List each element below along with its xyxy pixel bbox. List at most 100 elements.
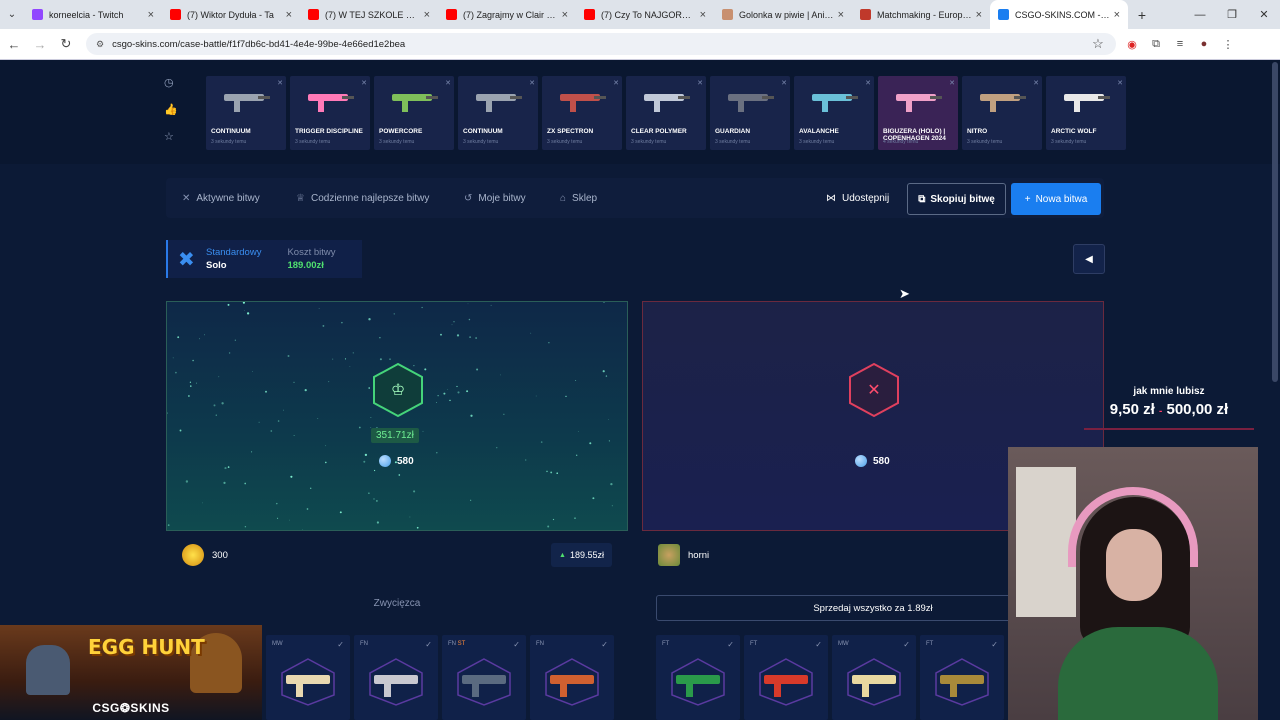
reload-icon[interactable]: ↻ — [54, 36, 78, 52]
drop-card[interactable]: ✕ POWERCORE 3 sekundy temu — [374, 76, 454, 150]
copy-battle-button[interactable]: ⧉ Skopiuj bitwę — [907, 183, 1006, 215]
loot-item[interactable]: FN ST ✓ — [442, 635, 526, 720]
browser-tab[interactable]: Matchmaking - Europe Se × — [852, 0, 990, 29]
loot-item[interactable]: FT ✓ — [656, 635, 740, 720]
loot-item[interactable]: FN ✓ — [354, 635, 438, 720]
clock-icon[interactable]: ◷ — [164, 76, 182, 89]
share-button[interactable]: ⋈ Udostępnij — [826, 178, 889, 218]
browser-tab[interactable]: (7) Wiktor Dyduła - Ta × — [162, 0, 300, 29]
star-icon[interactable]: ☆ — [164, 130, 182, 143]
drop-card[interactable]: ✕ CONTINUUM 3 sekundy temu — [206, 76, 286, 150]
avatar[interactable] — [182, 544, 204, 566]
minimize-icon[interactable]: — — [1184, 0, 1216, 29]
player-name[interactable]: 300 — [212, 550, 228, 561]
restore-icon[interactable]: ❐ — [1216, 0, 1248, 29]
media-icon[interactable]: ≡ — [1168, 38, 1192, 50]
nav-active-battles[interactable]: ✕ Aktywne bitwy — [182, 178, 260, 218]
loot-item[interactable]: FT ✓ — [744, 635, 828, 720]
check-icon[interactable]: ✓ — [991, 640, 998, 649]
browser-tab[interactable]: CSGO-SKINS.COM - Najle× — [990, 0, 1128, 29]
puzzle-icon[interactable]: ⧉ — [1144, 38, 1168, 51]
url-input[interactable]: ⚙ csgo-skins.com/case-battle/f1f7db6c-bd… — [86, 33, 1116, 55]
forward-icon[interactable]: → — [28, 37, 52, 52]
tab-search-button[interactable]: ⌄ — [0, 0, 24, 29]
pin-icon: ✕ — [1117, 80, 1123, 87]
pin-icon: ✕ — [277, 80, 283, 87]
drop-card[interactable]: ✕ NITRO 3 sekundy temu — [962, 76, 1042, 150]
browser-tabbar: ⌄ korneelcia - Twitch × (7) Wiktor Dyduła … — [0, 0, 1280, 29]
close-tab-icon[interactable]: × — [838, 9, 844, 21]
swords-icon: ✕ — [182, 192, 191, 204]
browser-tab[interactable]: (7) Czy To NAJGORSZA M× — [576, 0, 714, 29]
bookmark-star-icon[interactable]: ☆ — [1086, 36, 1110, 52]
browser-tab[interactable]: korneelcia - Twitch × — [24, 0, 162, 29]
close-tab-icon[interactable]: × — [286, 9, 292, 21]
weapon-image — [980, 94, 1026, 112]
mouse-cursor-icon: ➤ — [899, 286, 910, 301]
cost-label: Koszt bitwy — [287, 247, 336, 258]
close-tab-icon[interactable]: × — [148, 9, 154, 21]
winner-label: Zwycięzca — [373, 598, 421, 609]
check-icon[interactable]: ✓ — [337, 640, 344, 649]
drop-card[interactable]: ✕ CONTINUUM 3 sekundy temu — [458, 76, 538, 150]
player-name[interactable]: horni — [688, 550, 709, 561]
lose-hex-icon: ✕ — [848, 362, 900, 418]
avatar[interactable] — [658, 544, 680, 566]
pin-icon: ✕ — [613, 80, 619, 87]
nav-my-battles[interactable]: ↺ Moje bitwy — [464, 178, 526, 218]
loot-item[interactable]: FN ✓ — [530, 635, 614, 720]
back-icon[interactable]: ← — [2, 37, 26, 52]
player-total-value: ▲ 189.55zł — [551, 543, 612, 567]
weapon-image — [896, 94, 942, 112]
stream-poll: jak mnie lubisz 9,50 zł - 500,00 zł — [1064, 386, 1274, 430]
drop-card[interactable]: ✕ CLEAR POLYMER 3 sekundy temu — [626, 76, 706, 150]
loot-item[interactable]: FT ✓ — [920, 635, 1004, 720]
nav-shop[interactable]: ⌂ Sklep — [560, 178, 597, 218]
weapon-image — [457, 658, 511, 706]
menu-icon[interactable]: ⋮ — [1216, 38, 1240, 51]
drop-card[interactable]: ✕ ARCTIC WOLF 3 sekundy temu — [1046, 76, 1126, 150]
new-battle-button[interactable]: + Nowa bitwa — [1011, 183, 1101, 215]
weapon-image — [759, 658, 813, 706]
browser-tab[interactable]: (7) Zagrajmy w Clair Obsc × — [438, 0, 576, 29]
favicon-icon — [32, 9, 43, 20]
drop-card[interactable]: ✕ TRIGGER DISCIPLINE 3 sekundy temu — [290, 76, 370, 150]
profile-avatar[interactable]: ● — [1192, 38, 1216, 50]
site-info-icon[interactable]: ⚙ — [96, 39, 104, 50]
close-tab-icon[interactable]: × — [976, 9, 982, 21]
gem-count: 580 — [855, 455, 890, 467]
browser-tab[interactable]: (7) W TEJ SZKOLE MÓWIĄ× — [300, 0, 438, 29]
address-bar: ← → ↻ ⚙ csgo-skins.com/case-battle/f1f7d… — [0, 29, 1280, 60]
favicon-icon — [998, 9, 1009, 20]
check-icon[interactable]: ✓ — [815, 640, 822, 649]
extension-icon[interactable]: ◉ — [1120, 38, 1144, 51]
close-tab-icon[interactable]: × — [562, 9, 568, 21]
nav-daily-best[interactable]: ♕ Codzienne najlepsze bitwy — [296, 178, 429, 218]
drop-card[interactable]: ✕ ZX SPECTRON 3 sekundy temu — [542, 76, 622, 150]
weapon-image — [224, 94, 270, 112]
webcam-feed — [1008, 447, 1258, 720]
weapon-image — [1064, 94, 1110, 112]
browser-tab[interactable]: Golonka w piwie | AniaGo × — [714, 0, 852, 29]
check-icon[interactable]: ✓ — [601, 640, 608, 649]
loot-item[interactable]: MW ✓ — [832, 635, 916, 720]
loot-item[interactable]: MW ✓ — [266, 635, 350, 720]
drop-card[interactable]: ✕ AVALANCHE 3 sekundy temu — [794, 76, 874, 150]
check-icon[interactable]: ✓ — [903, 640, 910, 649]
battle-mode-info: ✖ Standardowy Solo Koszt bitwy 189.00zł — [166, 240, 362, 278]
close-tab-icon[interactable]: × — [424, 9, 430, 21]
check-icon[interactable]: ✓ — [727, 640, 734, 649]
close-tab-icon[interactable]: × — [1114, 9, 1120, 21]
check-icon[interactable]: ✓ — [513, 640, 520, 649]
mode-variant: Solo — [206, 260, 227, 271]
drop-card[interactable]: ✕ GUARDIAN 3 sekundy temu — [710, 76, 790, 150]
new-tab-button[interactable]: + — [1128, 7, 1156, 23]
collapse-button[interactable]: ◀ — [1073, 244, 1105, 274]
pin-icon: ✕ — [697, 80, 703, 87]
check-icon[interactable]: ✓ — [425, 640, 432, 649]
thumbs-up-icon[interactable]: 👍 — [164, 103, 182, 116]
drop-card[interactable]: ✕ BIGUZERA (HOLO) | COPENHAGEN 2024 4 seku… — [878, 76, 958, 150]
close-tab-icon[interactable]: × — [700, 9, 706, 21]
close-window-icon[interactable]: ✕ — [1248, 0, 1280, 29]
x-icon: ✕ — [867, 382, 881, 399]
